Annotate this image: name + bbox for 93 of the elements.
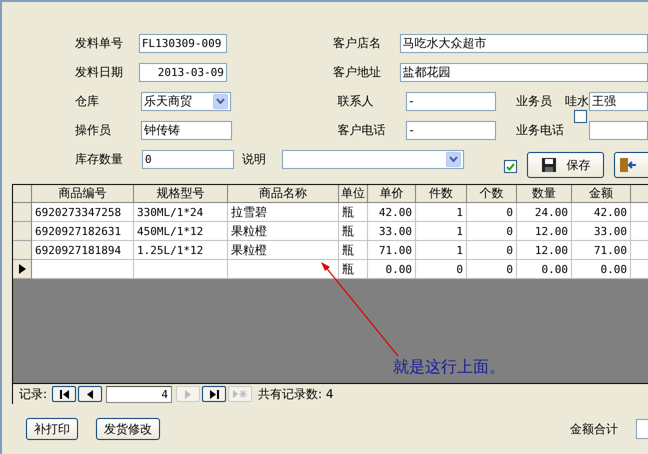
table-cell: 12.00	[517, 241, 572, 260]
input-field[interactable]	[588, 120, 648, 140]
save-button[interactable]: 保存	[527, 152, 604, 178]
column-header[interactable]: 规格型号	[134, 185, 228, 203]
table-cell: 0	[467, 203, 517, 222]
table-cell: 42.00	[368, 203, 416, 222]
table-cell: 0.00	[572, 260, 631, 279]
field-label: 发料日期	[75, 64, 124, 80]
input-field[interactable]: 0	[142, 150, 234, 168]
table-cell: 1	[416, 203, 467, 222]
field-label: 客户电话	[338, 122, 387, 138]
first-icon	[60, 390, 69, 398]
input-field[interactable]: 盐都花园	[400, 62, 648, 82]
field-label: 业务电话	[516, 122, 566, 138]
table-cell: 瓶	[339, 260, 368, 279]
chevron-down-icon	[449, 156, 458, 162]
table-cell: 瓶	[339, 222, 368, 241]
field-label: 业务员	[516, 92, 553, 110]
dropdown-button[interactable]	[213, 94, 228, 108]
table-cell: 0.00	[517, 260, 572, 279]
table-cell: 0.00	[368, 260, 416, 279]
input-field[interactable]: -	[406, 92, 496, 110]
input-field[interactable]: 马吃水大众超市	[400, 34, 648, 52]
table-cell: 330ML/1*24	[134, 203, 228, 222]
table-cell: 12.00	[517, 222, 572, 241]
row-header[interactable]	[13, 260, 32, 279]
table-cell: 1	[416, 241, 467, 260]
new-record-icon	[233, 389, 248, 399]
field-label: 客户地址	[332, 64, 382, 80]
field-label: 联系人	[337, 92, 374, 110]
chevron-down-icon	[216, 98, 226, 104]
dropdown-field[interactable]: 乐天商贸	[140, 92, 232, 110]
exit-button[interactable]	[614, 152, 648, 178]
field-label: 发料单号	[75, 34, 124, 52]
table-cell: 0	[467, 222, 517, 241]
field-label: 操作员	[75, 122, 112, 138]
field-label: 客户店名	[332, 34, 382, 52]
previous-record-button[interactable]	[78, 386, 102, 402]
previous-icon	[87, 390, 94, 398]
table-cell: 71.00	[368, 241, 416, 260]
table-cell: 果粒橙	[228, 222, 339, 241]
table-cell: 33.00	[572, 222, 631, 241]
table-cell: 71.00	[572, 241, 631, 260]
table-cell: 0	[467, 260, 517, 279]
table-cell: 42.00	[572, 203, 631, 222]
table-cell: 6920927182631	[32, 222, 134, 241]
field-label: 哇水	[564, 92, 589, 110]
input-field[interactable]: 钟传铸	[140, 120, 232, 140]
dropdown-field[interactable]	[282, 150, 464, 168]
navigator-label: 记录:	[19, 386, 48, 402]
field-label: 库存数量	[75, 150, 124, 168]
table-cell: 0	[467, 241, 517, 260]
current-row-icon	[18, 264, 26, 274]
column-header[interactable]: 商品名称	[228, 185, 339, 203]
action-button[interactable]: 补打印	[26, 418, 78, 440]
date-field[interactable]: 2013-03-09	[138, 62, 227, 82]
table-cell: 33.00	[368, 222, 416, 241]
total-label: 金额合计	[570, 420, 618, 438]
column-header[interactable]: 商品编号	[32, 185, 134, 203]
last-icon	[210, 390, 219, 398]
table-cell: 拉雪碧	[228, 203, 339, 222]
table-cell: 果粒橙	[228, 241, 339, 260]
field-label: 仓库	[75, 92, 100, 110]
table-cell: 瓶	[339, 203, 368, 222]
column-header[interactable]: 件数	[416, 185, 467, 203]
first-record-button[interactable]	[52, 386, 76, 402]
input-field[interactable]: FL130309-009	[138, 34, 227, 52]
dropdown-button[interactable]	[446, 152, 461, 166]
record-number-field[interactable]: 4	[106, 386, 172, 402]
input-field[interactable]: 王强	[588, 92, 648, 110]
table-cell: 1.25L/1*12	[134, 241, 228, 260]
table-cell: 0	[416, 260, 467, 279]
next-icon	[185, 390, 192, 398]
table-cell: 450ML/1*12	[134, 222, 228, 241]
column-header[interactable]: 数量	[517, 185, 572, 203]
exit-door-icon	[619, 157, 637, 173]
column-header[interactable]: 金额	[572, 185, 631, 203]
column-header[interactable]: 单位	[339, 185, 368, 203]
column-header[interactable]: 单价	[368, 185, 416, 203]
field-label: 说明	[242, 150, 267, 168]
input-field[interactable]: -	[406, 120, 496, 140]
record-count: 共有记录数: 4	[258, 386, 334, 402]
last-record-button[interactable]	[202, 386, 226, 402]
table-cell: 6920927181894	[32, 241, 134, 260]
checkbox[interactable]	[504, 160, 517, 173]
table-cell: 瓶	[339, 241, 368, 260]
table-cell: 6920273347258	[32, 203, 134, 222]
action-button[interactable]: 发货修改	[96, 418, 160, 440]
table-cell: 1	[416, 222, 467, 241]
checkbox[interactable]	[574, 110, 587, 123]
table-cell: 24.00	[517, 203, 572, 222]
column-header[interactable]: 个数	[467, 185, 517, 203]
annotation-text: 就是这行上面。	[393, 357, 505, 378]
